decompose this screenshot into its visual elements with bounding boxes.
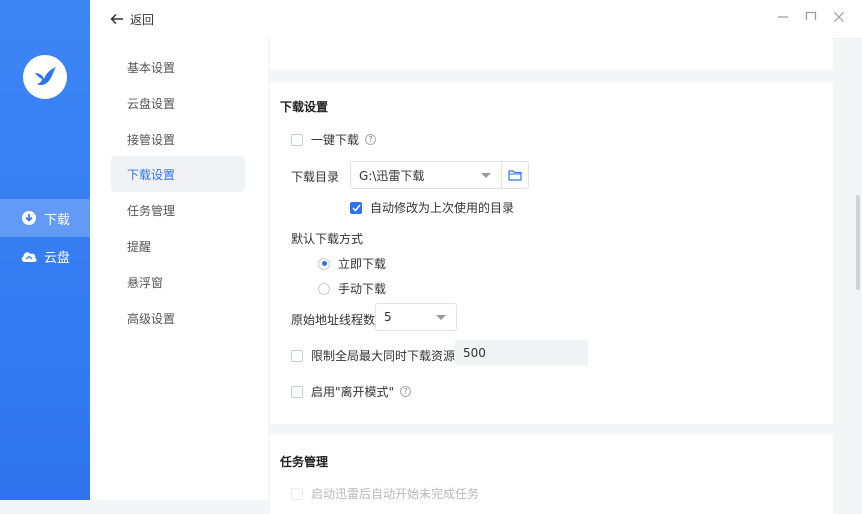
menu-item-float-window[interactable]: 悬浮窗 (111, 264, 245, 300)
limit-value-input[interactable]: 500 (455, 340, 588, 366)
settings-card-previous (270, 20, 833, 70)
menu-item-cloud[interactable]: 云盘设置 (111, 85, 245, 121)
checkbox[interactable] (291, 349, 303, 362)
checkbox[interactable] (291, 487, 303, 500)
app-sidebar: 下载 云盘 (0, 0, 90, 500)
option-label: 启用"离开模式" (311, 385, 395, 399)
checkbox[interactable] (291, 385, 303, 398)
app-logo (23, 55, 67, 99)
settings-panel: 返回 基本设置 云盘设置 接管设置 下载设置 任务管理 提醒 悬浮窗 高级设置 … (90, 0, 862, 514)
checkbox-checked[interactable] (350, 201, 362, 214)
menu-item-download[interactable]: 下载设置 (111, 156, 245, 192)
threads-select[interactable]: 5 (375, 303, 457, 331)
option-label: 限制全局最大同时下载资源数 (311, 349, 468, 363)
download-icon (20, 209, 38, 227)
radio-selected[interactable] (318, 257, 330, 270)
radio[interactable] (318, 282, 330, 295)
menu-item-takeover[interactable]: 接管设置 (111, 121, 245, 157)
nav-item-label: 下载 (44, 212, 71, 228)
option-label: 手动下载 (338, 282, 387, 296)
cloud-icon (20, 247, 38, 265)
bird-icon (35, 67, 56, 86)
default-method-label: 默认下载方式 (291, 232, 364, 246)
threads-label: 原始地址线程数 (291, 313, 376, 327)
option-label: 自动修改为上次使用的目录 (370, 201, 515, 215)
option-label: 立即下载 (338, 257, 387, 271)
download-dir-select[interactable]: G:\迅雷下载 (350, 161, 529, 189)
back-button[interactable]: 返回 (110, 11, 154, 28)
menu-item-basic[interactable]: 基本设置 (111, 49, 245, 85)
leave-mode-option[interactable]: 启用"离开模式" ? (291, 383, 412, 400)
option-label: 一键下载 (311, 133, 360, 147)
help-icon[interactable]: ? (365, 134, 377, 145)
chevron-down-icon (481, 172, 491, 178)
auto-modify-dir-option[interactable]: 自动修改为上次使用的目录 (350, 199, 514, 216)
settings-menu: 基本设置 云盘设置 接管设置 下载设置 任务管理 提醒 悬浮窗 高级设置 (90, 38, 268, 500)
close-icon[interactable] (832, 10, 846, 24)
section-title: 下载设置 (280, 100, 329, 114)
task-settings-card: 任务管理 启动迅雷后自动开始未完成任务 (270, 434, 833, 514)
help-icon[interactable]: ? (400, 386, 412, 397)
folder-icon[interactable] (502, 169, 528, 181)
one-click-download-option[interactable]: 一键下载 ? (291, 131, 377, 148)
menu-item-task[interactable]: 任务管理 (111, 192, 245, 228)
nav-item-label: 云盘 (44, 250, 71, 266)
chevron-down-icon (436, 314, 446, 320)
download-settings-card: 下载设置 一键下载 ? 下载目录 G:\迅雷下载 自动修改为上次使用的目录 默认… (270, 82, 833, 424)
auto-start-option[interactable]: 启动迅雷后自动开始未完成任务 (291, 485, 479, 502)
nav-item-cloud[interactable]: 云盘 (0, 237, 90, 275)
scrollbar[interactable] (856, 195, 860, 290)
method-option-manual[interactable]: 手动下载 (318, 280, 386, 297)
menu-item-reminder[interactable]: 提醒 (111, 228, 245, 264)
menu-item-advanced[interactable]: 高级设置 (111, 300, 245, 336)
option-label: 启动迅雷后自动开始未完成任务 (311, 487, 480, 501)
section-title: 任务管理 (280, 455, 329, 469)
select-value: G:\迅雷下载 (359, 168, 425, 183)
download-dir-label: 下载目录 (291, 170, 340, 184)
nav-item-download[interactable]: 下载 (0, 199, 90, 237)
limit-downloads-option[interactable]: 限制全局最大同时下载资源数 (291, 347, 467, 364)
select-value: 5 (384, 310, 392, 324)
method-option-immediate[interactable]: 立即下载 (318, 255, 386, 272)
back-label: 返回 (130, 12, 155, 27)
arrow-left-icon (110, 13, 123, 25)
checkbox[interactable] (291, 133, 303, 146)
